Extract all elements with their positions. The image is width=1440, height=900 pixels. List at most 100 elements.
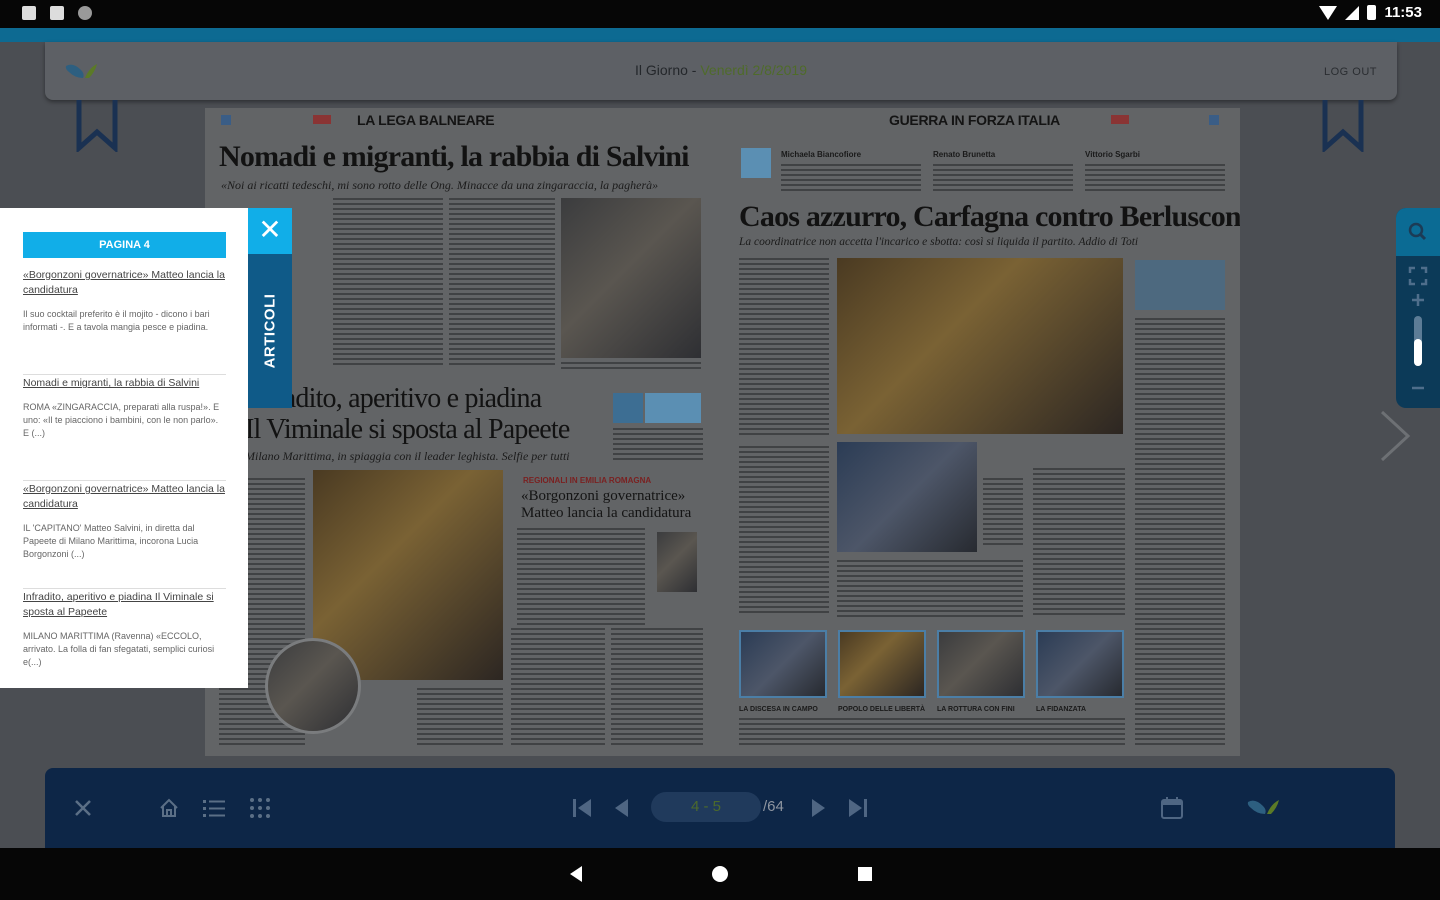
carfagna-berlusconi-photo <box>837 258 1123 434</box>
article-text-block <box>333 198 443 368</box>
article-title-link[interactable]: Infradito, aperitivo e piadina Il Vimina… <box>23 590 226 620</box>
first-page-button[interactable] <box>568 794 596 822</box>
history-caption-2: POPOLO DELLE LIBERTÀ <box>838 706 926 713</box>
main-subheadline-left: «Noi ai ricatti tedeschi, mi sono rotto … <box>221 178 659 192</box>
sd-card-icon <box>50 6 64 20</box>
home-button[interactable] <box>155 794 183 822</box>
articles-tab[interactable]: ARTICOLI <box>248 254 292 408</box>
article-item[interactable]: Infradito, aperitivo e piadina Il Vimina… <box>23 590 226 669</box>
back-icon[interactable] <box>568 865 584 883</box>
close-icon: ✕ <box>258 214 282 245</box>
home-nav-icon[interactable] <box>711 865 729 883</box>
article-text-block <box>611 628 703 748</box>
sidebar-box <box>1135 260 1225 310</box>
borgonzoni-photo <box>657 532 697 592</box>
divider <box>23 480 226 481</box>
main-headline-left: Nomadi e migranti, la rabbia di Salvini <box>219 140 690 173</box>
grid-view-button[interactable] <box>246 794 274 822</box>
recents-icon[interactable] <box>857 866 873 882</box>
header-title: Il Giorno - Venerdì 2/8/2019 <box>45 62 1397 78</box>
quote-box <box>645 393 701 423</box>
photo-caption <box>561 362 701 370</box>
app-screen: 11:53 Il Giorno - Venerdì 2/8/2019 LOG O… <box>0 0 1440 900</box>
bookmark-left-icon[interactable] <box>76 100 118 152</box>
article-item[interactable]: «Borgonzoni governatrice» Matteo lancia … <box>23 482 226 561</box>
grid-icon <box>250 798 270 818</box>
zoom-in-icon[interactable] <box>1410 292 1426 308</box>
articles-tab-label: ARTICOLI <box>261 293 279 369</box>
salvini-press-photo <box>561 198 701 358</box>
quote-text <box>613 428 703 462</box>
article-text-block <box>739 718 1125 748</box>
newspaper-page-left[interactable]: LA LEGA BALNEARE Nomadi e migranti, la r… <box>205 108 715 756</box>
main-headline-right: Caos azzurro, Carfagna contro Berlusconi <box>739 200 1240 233</box>
newspaper-page-right[interactable]: GUERRA IN FORZA ITALIA Michaela Biancofi… <box>723 108 1240 756</box>
panel-page-label: PAGINA 4 <box>23 232 226 258</box>
list-view-button[interactable] <box>200 794 228 822</box>
history-caption-1: LA DISCESA IN CAMPO <box>739 706 818 713</box>
next-page-arrow-icon[interactable] <box>1378 408 1414 464</box>
article-item[interactable]: «Borgonzoni governatrice» Matteo lancia … <box>23 268 226 334</box>
zoom-slider[interactable] <box>1414 316 1422 366</box>
article-summary: MILANO MARITTIMA (Ravenna) «ECCOLO, arri… <box>23 631 215 667</box>
article-text-block <box>739 446 829 616</box>
article-text-block <box>511 628 605 748</box>
newspaper-spread[interactable]: LA LEGA BALNEARE Nomadi e migranti, la r… <box>205 108 1240 756</box>
zoom-out-icon[interactable] <box>1410 380 1426 396</box>
history-caption-3: LA ROTTURA CON FINI <box>937 706 1015 713</box>
article-text-block <box>1135 318 1225 748</box>
page-logo-right <box>1209 115 1219 125</box>
close-button[interactable] <box>69 794 97 822</box>
search-button[interactable] <box>1396 208 1440 256</box>
article-text-block <box>933 164 1073 194</box>
toti-press-photo <box>837 442 977 552</box>
bookmark-right-icon[interactable] <box>1322 100 1364 152</box>
calendar-icon <box>1161 797 1183 819</box>
main-subheadline-right: La coordinatrice non accetta l'incarico … <box>739 236 1139 248</box>
top-name-1: Michaela Biancofiore <box>781 150 862 159</box>
calendar-button[interactable] <box>1158 794 1186 822</box>
last-page-button[interactable] <box>844 794 872 822</box>
article-text-block <box>1085 164 1225 194</box>
article-title-link[interactable]: «Borgonzoni governatrice» Matteo lancia … <box>23 482 226 512</box>
zoom-toolbar <box>1396 208 1440 408</box>
section-title-right: GUERRA IN FORZA ITALIA <box>889 112 1060 128</box>
total-pages: /64 <box>763 798 784 815</box>
android-navigation-bar <box>0 848 1440 900</box>
brand-logo-button[interactable] <box>1243 794 1287 822</box>
publication-name: Il Giorno <box>634 62 688 78</box>
page-logo-left <box>221 115 231 125</box>
article-title-link[interactable]: Nomadi e migranti, la rabbia di Salvini <box>23 376 226 391</box>
selfie-round-photo <box>265 638 361 734</box>
logout-button[interactable]: LOG OUT <box>1324 66 1377 78</box>
previous-page-button[interactable] <box>607 794 635 822</box>
fullscreen-icon[interactable] <box>1408 266 1428 286</box>
history-photo-2 <box>838 630 926 698</box>
section-tag-right <box>1111 115 1129 124</box>
article-title-link[interactable]: «Borgonzoni governatrice» Matteo lancia … <box>23 268 226 298</box>
next-page-button[interactable] <box>805 794 833 822</box>
zoom-slider-fill <box>1414 338 1422 366</box>
article-text-block <box>781 164 921 194</box>
app-header: Il Giorno - Venerdì 2/8/2019 LOG OUT <box>45 42 1397 100</box>
title-separator: - <box>687 62 701 78</box>
side-headline: «Borgonzoni governatrice» Matteo lancia … <box>521 488 692 521</box>
previous-page-icon <box>615 799 628 817</box>
battery-icon <box>1367 5 1377 20</box>
article-text-block <box>739 258 829 438</box>
wifi-icon <box>1319 5 1338 20</box>
sync-icon <box>78 6 92 20</box>
accent-strip <box>0 28 1440 42</box>
article-text-block <box>449 198 555 368</box>
clock: 11:53 <box>1384 4 1422 21</box>
next-page-icon <box>812 799 825 817</box>
article-text-block <box>417 688 503 748</box>
close-panel-button[interactable]: ✕ <box>248 208 292 254</box>
first-page-icon <box>573 799 591 817</box>
quote-icon <box>613 393 643 423</box>
section-tag-left <box>313 115 331 124</box>
notification-icon <box>22 6 36 20</box>
article-item[interactable]: Nomadi e migranti, la rabbia di Salvini … <box>23 376 226 440</box>
article-summary: Il suo cocktail preferito è il mojito - … <box>23 309 210 332</box>
page-number-input[interactable]: 4 - 5 <box>651 792 761 822</box>
